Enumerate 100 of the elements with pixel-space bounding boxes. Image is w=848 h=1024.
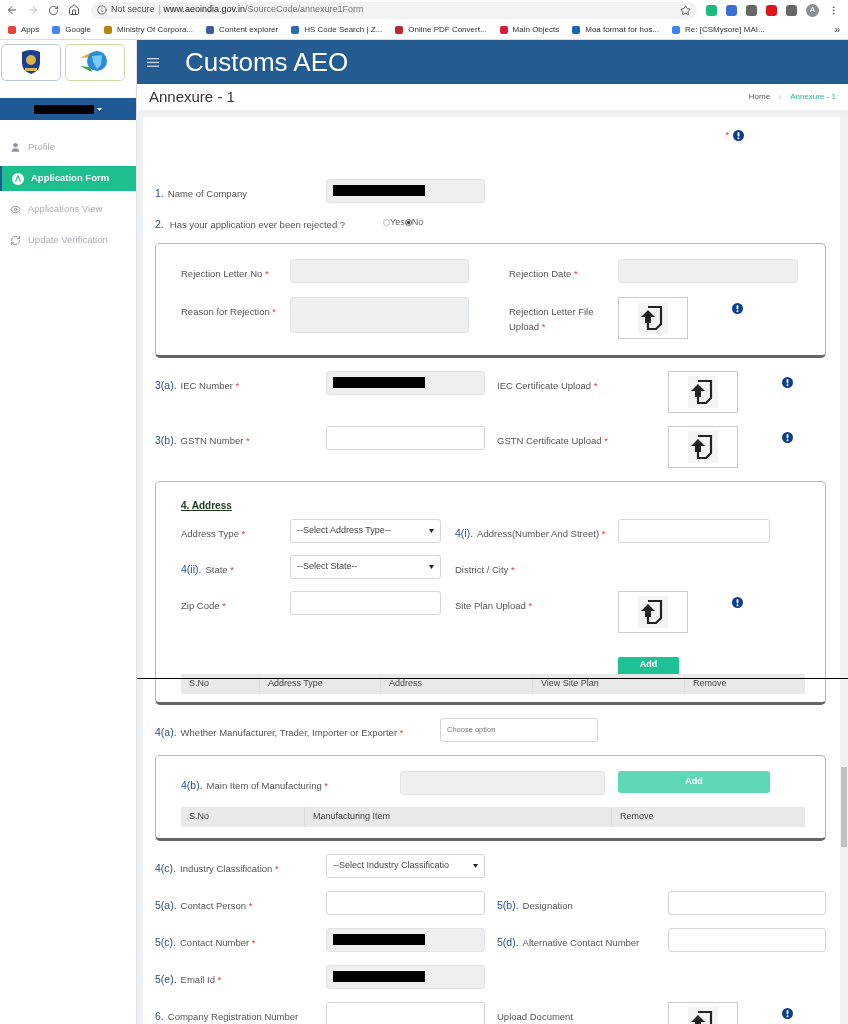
field-label: GSTN Certificate Upload *	[497, 434, 608, 446]
field-label: 4(ii). State *	[181, 563, 234, 575]
column-header: Address	[389, 676, 423, 690]
field-label: Rejection Letter File Upload *	[509, 305, 594, 332]
upload-icon	[638, 595, 668, 628]
field-label: Zip Code *	[181, 599, 226, 611]
bookmark-link[interactable]: Re: [CSMysore] MAI...	[672, 23, 765, 36]
required-legend: *	[725, 129, 729, 143]
input-field[interactable]	[400, 770, 605, 795]
field-label: 5(b). Designation	[497, 899, 573, 911]
app-title: Customs AEO	[185, 45, 349, 79]
input-field[interactable]	[668, 890, 826, 915]
input-field[interactable]	[290, 590, 441, 615]
select-field[interactable]: --Select Industry Classificatio	[326, 853, 485, 878]
field-label: 5(d). Alternative Contact Number	[497, 936, 640, 948]
column-header: S.No	[189, 676, 209, 690]
field-label: 1. Name of Company	[155, 187, 247, 199]
caret-icon	[429, 564, 434, 569]
column-header: Remove	[620, 809, 654, 823]
extension-icon[interactable]	[746, 4, 757, 16]
field-label: 4(i). Address(Number And Street) *	[455, 527, 606, 539]
bookmark-link[interactable]: HS Code Search | Z...	[291, 23, 383, 36]
upload-button[interactable]	[668, 370, 738, 413]
field-label: IEC Certificate Upload *	[497, 379, 598, 391]
bookmark-link[interactable]: Moa format for hos...	[572, 23, 660, 36]
input-field[interactable]	[618, 258, 798, 283]
radio-option[interactable]: No	[404, 215, 424, 230]
caret-icon	[473, 863, 478, 868]
input-field[interactable]	[326, 178, 485, 203]
extension-icon[interactable]	[786, 4, 797, 16]
select-field[interactable]: --Select State--	[290, 554, 441, 579]
field-label: Rejection Letter No *	[181, 267, 269, 279]
column-header: Remove	[693, 676, 727, 690]
column-header: View Site Plan	[541, 676, 599, 690]
field-label: District / City *	[455, 563, 515, 575]
letter-circle-icon	[12, 172, 24, 185]
field-label: 5(a). Contact Person *	[155, 899, 253, 911]
extension-icon[interactable]	[726, 4, 737, 16]
extension-icon[interactable]	[766, 4, 777, 16]
breadcrumb-link[interactable]: Home	[748, 91, 771, 103]
menu-icon[interactable]	[147, 57, 159, 67]
field-label: 6. Company Registration Number	[155, 1010, 299, 1022]
input-field[interactable]	[668, 927, 826, 952]
upload-button[interactable]	[618, 296, 688, 339]
reload-icon[interactable]	[48, 4, 59, 16]
question-label: 2. Has your application ever been rejected ?	[155, 218, 346, 230]
bookmark-link[interactable]: Google	[52, 23, 92, 36]
column-header: S.No	[189, 809, 209, 823]
input-field[interactable]	[326, 890, 485, 915]
bookmark-link[interactable]: Online PDF Convert...	[395, 23, 487, 36]
url-text: www.aeoindia.gov.in/SourceCode/annexure1Form	[163, 3, 364, 17]
section-title: 4. Address	[181, 498, 233, 513]
eye-icon	[10, 204, 21, 215]
input-field[interactable]	[290, 258, 469, 283]
bookmark-link[interactable]: Content explorer	[206, 23, 279, 36]
field-label: 4(b). Main Item of Manufacturing *	[181, 779, 329, 791]
extension-icon[interactable]	[706, 4, 717, 16]
input-field[interactable]	[326, 1001, 485, 1024]
field-label: 3(b). GSTN Number *	[155, 434, 250, 446]
field-label: 4(a). Whether Manufacturer, Trader, Importer or Exporter *	[155, 726, 404, 738]
column-header: Manufacturing Item	[313, 809, 391, 823]
input-field[interactable]	[618, 518, 770, 543]
info-icon	[97, 5, 107, 15]
field-label: Rejection Date *	[509, 267, 578, 279]
upload-button[interactable]	[618, 590, 688, 633]
column-header: Address Type	[268, 676, 323, 690]
bookmark-star-icon[interactable]	[680, 4, 691, 16]
bookmark-link[interactable]: Main Objects	[499, 23, 560, 36]
refresh-icon	[10, 235, 21, 246]
field-label: Address Type *	[181, 527, 246, 539]
input-field[interactable]	[326, 927, 485, 952]
bookmark-link[interactable]: Ministry Of Corpora...	[104, 23, 194, 36]
field-label: Upload Document	[497, 1010, 574, 1022]
input-field[interactable]	[326, 964, 485, 989]
radio-option[interactable]: Yes	[383, 215, 405, 230]
user-icon	[10, 142, 21, 153]
page-title: Annexure - 1	[149, 86, 235, 107]
field-label: 3(a). IEC Number *	[155, 379, 240, 391]
security-label: Not secure	[111, 3, 155, 17]
field-label: 4(c). Industry Classification *	[155, 862, 279, 874]
user-menu[interactable]	[0, 98, 136, 120]
upload-icon	[688, 430, 718, 463]
field-label: 5(c). Contact Number *	[155, 936, 256, 948]
back-icon[interactable]	[6, 4, 18, 16]
field-label: Reason for Rejection *	[181, 305, 277, 317]
more-bookmarks[interactable]: »	[834, 22, 840, 37]
field-label: Site Plan Upload *	[455, 599, 533, 611]
address-bar[interactable]: Not secure www.aeoindia.gov.in/SourceCode/annexure1Form	[91, 1, 697, 19]
input-field[interactable]	[326, 370, 485, 395]
aeo-logo	[65, 43, 125, 81]
home-icon[interactable]	[68, 4, 80, 16]
bookmark-link[interactable]: Apps	[8, 23, 40, 36]
input-field[interactable]	[326, 425, 485, 450]
info-icon	[733, 130, 744, 142]
upload-button[interactable]	[668, 425, 738, 468]
caret-icon	[97, 107, 102, 111]
upload-icon	[638, 301, 668, 334]
select-field[interactable]: --Select Address Type--	[290, 518, 441, 543]
field-label: 5(e). Email Id *	[155, 973, 222, 985]
caret-icon	[429, 528, 434, 533]
